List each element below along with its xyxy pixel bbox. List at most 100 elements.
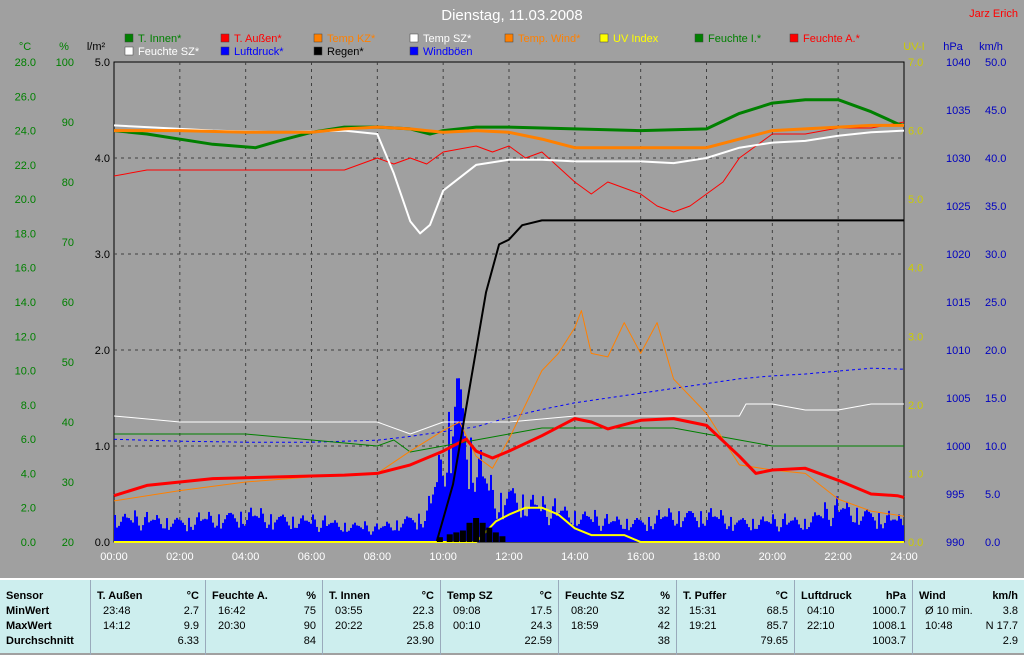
rain-bar (479, 522, 486, 542)
legend-label: Feuchte A.* (803, 33, 861, 45)
axis-tick-label: 1035 (946, 105, 970, 117)
table-column: T. Außen °C 23:48 2.7 14:12 9.9 6.33 (90, 580, 205, 655)
axis-unit: hPa (943, 41, 963, 53)
table-value-cell: 1008.1 (872, 620, 906, 632)
axis-unit: °C (19, 41, 31, 53)
axis-unit: km/h (979, 41, 1003, 53)
table-value-cell: 25.8 (412, 620, 434, 632)
legend-swatch (409, 33, 419, 43)
table-value-cell: 1003.7 (872, 635, 906, 647)
axis-tick-label: 40 (62, 417, 74, 429)
axis-tick-label: 1000 (946, 441, 970, 453)
legend-label: Temp SZ* (423, 33, 472, 45)
rain-bar (459, 530, 466, 542)
table-time-cell: 08:20 (571, 605, 599, 617)
table-column: T. Innen °C 03:55 22.3 20:22 25.8 23.90 (322, 580, 440, 655)
x-tick-label: 24:00 (890, 551, 918, 563)
axis-tick-label: 2.0 (95, 345, 110, 357)
x-tick-label: 08:00 (364, 551, 392, 563)
table-sensor-name: Wind (919, 590, 946, 602)
legend-label: T. Außen* (234, 33, 282, 45)
table-sensor-name: Feuchte A. (212, 590, 268, 602)
axis-tick-label: 1020 (946, 249, 970, 261)
table-time-cell: 15:31 (689, 605, 717, 617)
table-column: Luftdruck hPa 04:10 1000.7 22:10 1008.1 1003.7 (794, 580, 912, 655)
table-value-cell: 22.3 (412, 605, 434, 617)
axis-tick-label: 8.0 (21, 400, 36, 412)
axis-tick-label: 20 (62, 537, 74, 549)
table-time-cell: 16:42 (218, 605, 246, 617)
table-sensor-name: Luftdruck (801, 590, 852, 602)
table-value-cell: 85.7 (766, 620, 788, 632)
author-label: Jarz Erich (969, 8, 1018, 20)
rain-bar (499, 536, 506, 542)
legend-swatch (504, 33, 514, 43)
axis-tick-label: 3.0 (95, 249, 110, 261)
table-sensor-unit: °C (421, 590, 434, 602)
row-label-min: MinWert (6, 605, 50, 617)
table-value-cell: 32 (657, 605, 670, 617)
legend-label: Temp KZ* (327, 33, 376, 45)
row-label-sensor: Sensor (6, 590, 44, 602)
legend-label: T. Innen* (138, 33, 182, 45)
table-sensor-unit: °C (539, 590, 552, 602)
table-value-cell: 17.5 (530, 605, 552, 617)
axis-unit: UV-I (903, 41, 924, 53)
legend-swatch (124, 33, 134, 43)
table-value-cell: 22.59 (524, 635, 552, 647)
axis-tick-label: 50 (62, 357, 74, 369)
row-label-max: MaxWert (6, 620, 52, 632)
axis-tick-label: 6.0 (908, 126, 923, 138)
table-column: Feuchte SZ% 08:20 32 18:59 42 38 (558, 580, 676, 655)
axis-tick-label: 14.0 (15, 297, 36, 309)
axis-tick-label: 1040 (946, 57, 970, 69)
axis-tick-label: 90 (62, 117, 74, 129)
legend-label: Feuchte I.* (708, 33, 762, 45)
x-tick-label: 18:00 (693, 551, 721, 563)
axis-tick-label: 1015 (946, 297, 970, 309)
legend-swatch (220, 46, 230, 56)
axis-tick-label: 5.0 (908, 194, 923, 206)
axis-tick-label: 35.0 (985, 201, 1006, 213)
x-tick-label: 20:00 (759, 551, 787, 563)
table-time-cell: 04:10 (807, 605, 835, 617)
axis-tick-label: 4.0 (21, 468, 36, 480)
table-sensor-name: Feuchte SZ (565, 590, 625, 602)
axis-tick-label: 18.0 (15, 228, 36, 240)
axis-tick-label: 45.0 (985, 105, 1006, 117)
table-sensor-unit: °C (186, 590, 199, 602)
rain-bar (486, 527, 493, 542)
axis-tick-label: 5.0 (985, 489, 1000, 501)
table-value-cell: 3.8 (1002, 605, 1018, 617)
axis-tick-label: 80 (62, 177, 74, 189)
axis-tick-label: 40.0 (985, 153, 1006, 165)
axis-unit: % (59, 41, 69, 53)
table-sensor-unit: hPa (885, 590, 906, 602)
axis-unit: l/m² (87, 41, 106, 53)
axis-tick-label: 1025 (946, 201, 970, 213)
table-value-cell: 79.65 (760, 635, 788, 647)
rain-bar (466, 522, 473, 542)
axis-tick-label: 5.0 (95, 57, 110, 69)
table-value-cell: 42 (657, 620, 670, 632)
axis-tick-label: 0.0 (95, 537, 110, 549)
table-value-cell: N 17.7 (985, 620, 1018, 632)
legend-swatch (124, 46, 134, 56)
axis-tick-label: 2.0 (908, 400, 923, 412)
table-value-cell: 24.3 (530, 620, 552, 632)
axis-tick-label: 4.0 (95, 153, 110, 165)
x-tick-label: 06:00 (298, 551, 326, 563)
legend-label: Temp. Wind* (518, 33, 581, 45)
table-time-cell: 22:10 (807, 620, 835, 632)
rain-bar (453, 532, 460, 542)
table-value-cell: 2.9 (1002, 635, 1018, 647)
table-column: T. Puffer °C 15:31 68.5 19:21 85.7 79.65 (676, 580, 794, 655)
axis-tick-label: 1010 (946, 345, 970, 357)
axis-tick-label: 1.0 (908, 468, 923, 480)
table-sensor-name: T. Außen (97, 590, 143, 602)
axis-tick-label: 0.0 (985, 537, 1000, 549)
table-column: Feuchte A.% 16:42 75 20:30 90 84 (205, 580, 322, 655)
rain-bar (492, 532, 499, 542)
chart-title: Dienstag, 11.03.2008 (441, 7, 583, 24)
x-tick-label: 22:00 (824, 551, 852, 563)
